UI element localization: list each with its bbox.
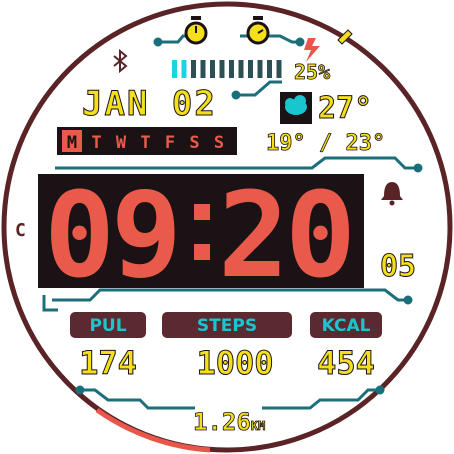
weekday-letter: S xyxy=(189,133,199,153)
weekday-letter: S xyxy=(214,133,224,153)
battery-percent: 25% xyxy=(294,60,330,84)
temperature-unit: C xyxy=(15,220,26,241)
weekday-letter: T xyxy=(91,133,101,153)
weather-temp: 27° xyxy=(318,91,372,126)
metric-kcal[interactable]: KCAL 454 xyxy=(310,312,382,383)
time-minute: 20 xyxy=(218,166,352,304)
metric-label: PUL xyxy=(89,316,126,336)
metric-label: KCAL xyxy=(322,316,371,336)
watch-face: 25% JAN 02 MTWTFSS 27° 19° / 23° 09 20 C… xyxy=(1,1,453,453)
metric-pulse[interactable]: PUL 174 xyxy=(70,312,146,383)
time-seconds: 05 xyxy=(380,249,416,284)
battery-segment xyxy=(172,60,177,78)
battery-segment xyxy=(210,60,215,78)
weather-range: 19° / 23° xyxy=(266,131,385,156)
date-month-day: JAN 02 xyxy=(82,84,217,124)
metric-value: 174 xyxy=(79,344,137,382)
metric-label: STEPS xyxy=(197,316,257,336)
battery-segment xyxy=(200,60,206,78)
battery-segment xyxy=(248,60,253,78)
distance-value: 1.26 xyxy=(193,408,251,436)
battery-segment xyxy=(229,60,234,78)
weekday-letter: T xyxy=(140,133,150,153)
weekday-letter: W xyxy=(116,133,127,153)
battery-segment xyxy=(181,60,187,78)
battery-segment xyxy=(257,60,263,78)
metric-value: 454 xyxy=(317,344,375,382)
battery-segment xyxy=(191,60,196,78)
battery-segment xyxy=(219,60,225,78)
battery-segment xyxy=(238,60,244,78)
weekday-letter: F xyxy=(165,133,175,153)
battery-segment xyxy=(267,60,272,78)
distance-unit: KM xyxy=(251,419,265,433)
cloud-weather-icon xyxy=(280,92,312,124)
battery-segment xyxy=(276,60,282,78)
time-hour: 09 xyxy=(44,166,178,304)
weekday-letter: M xyxy=(67,133,77,153)
metric-value: 1000 xyxy=(196,344,273,382)
